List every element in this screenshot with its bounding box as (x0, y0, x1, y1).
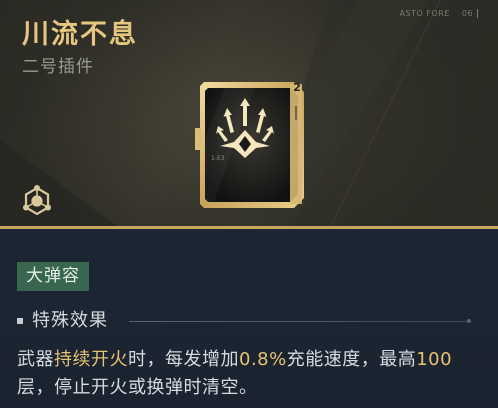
effect-heading: 特殊效果 (32, 310, 108, 331)
effect-description: 武器持续开火时，每发增加0.8%充能速度，最高100 层，停止开火或换弹时清空。 (17, 346, 487, 402)
desc-text-2: 时，每发增加 (128, 349, 239, 370)
module-level: 2 (293, 81, 301, 94)
item-subtitle: 二号插件 (22, 57, 94, 77)
desc-highlight-1: 持续开火 (54, 349, 128, 370)
desc-highlight-3: 100 (416, 349, 453, 370)
desc-text-3: 充能速度，最高 (286, 349, 417, 370)
section-rule (129, 321, 469, 322)
item-name: 川流不息 (22, 19, 138, 50)
corner-info: ASTO FORE 06 (400, 9, 478, 18)
item-tag: 大弹容 (17, 262, 89, 291)
effect-section-header: 特殊效果 (17, 310, 480, 332)
item-detail-panel: 川流不息 二号插件 ASTO FORE 06 2 1-E3 大弹容 特殊效果 武… (0, 0, 498, 408)
section-bullet-icon (17, 318, 23, 324)
desc-text-4: 层，停止开火或换弹时清空。 (17, 377, 258, 398)
triple-arrow-burst-icon (216, 98, 274, 158)
item-header: 川流不息 二号插件 ASTO FORE 06 2 1-E3 (0, 0, 498, 228)
section-rule-dot (467, 319, 471, 323)
desc-highlight-2: 0.8% (239, 349, 287, 370)
hexagon-nodes-icon (23, 185, 51, 216)
corner-label: ASTO FORE (399, 9, 450, 18)
corner-number: 06 (461, 9, 478, 18)
desc-text-1: 武器 (17, 349, 54, 370)
